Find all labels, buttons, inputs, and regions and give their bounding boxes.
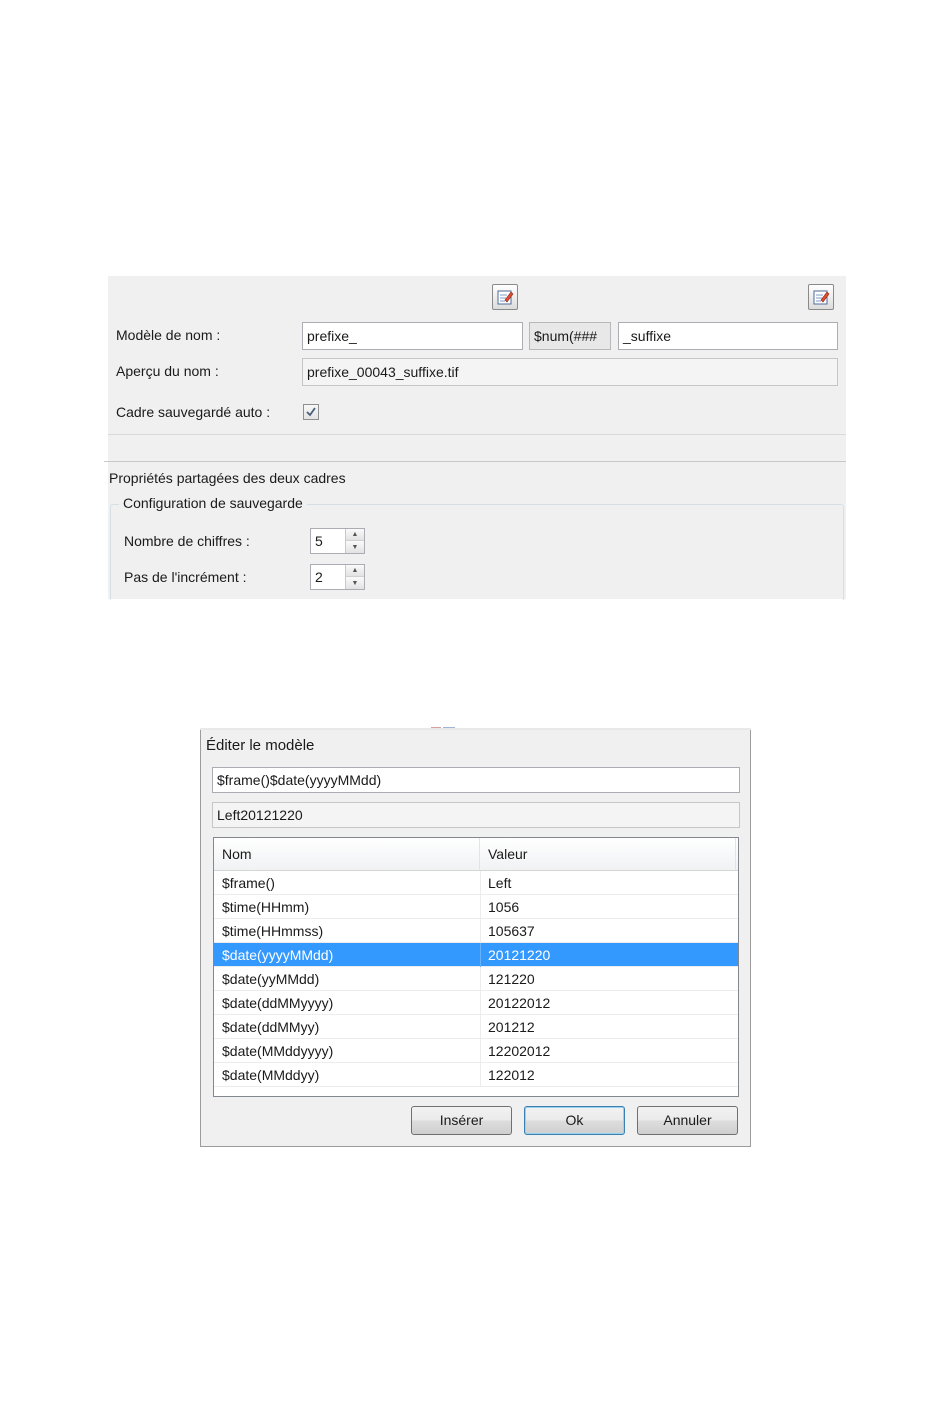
column-header-name[interactable]: Nom — [214, 838, 480, 870]
column-divider — [480, 919, 481, 943]
naming-section: Modèle de nom : prefixe_ $num(### _suffi… — [108, 276, 846, 435]
column-divider — [480, 967, 481, 991]
row-value: 122012 — [488, 1067, 535, 1083]
edit-pencil-icon — [813, 290, 830, 305]
edit-prefix-button[interactable] — [492, 284, 518, 310]
row-name: $frame() — [222, 875, 275, 891]
dialog-top-edge — [200, 728, 751, 730]
table-row[interactable]: $date(yyyyMMdd) 20121220 — [214, 943, 738, 967]
increment-label: Pas de l'incrément : — [124, 569, 247, 585]
table-row[interactable]: $date(yyMMdd) 121220 — [214, 967, 738, 991]
table-row[interactable]: $date(ddMMyy) 201212 — [214, 1015, 738, 1039]
num-field[interactable]: $num(### — [529, 322, 611, 350]
column-divider — [480, 1039, 481, 1063]
autosave-checkbox[interactable] — [303, 404, 319, 420]
column-header-value[interactable]: Valeur — [480, 838, 736, 870]
column-divider — [480, 895, 481, 919]
row-value: 105637 — [488, 923, 535, 939]
cancel-button[interactable]: Annuler — [637, 1106, 738, 1135]
row-name: $date(ddMMyy) — [222, 1019, 320, 1035]
column-divider — [480, 1063, 481, 1087]
row-name: $date(yyMMdd) — [222, 971, 320, 987]
template-preview-field: Left20121220 — [212, 802, 740, 828]
row-name: $time(HHmm) — [222, 899, 310, 915]
table-row[interactable]: $frame() Left — [214, 871, 738, 895]
row-value: 121220 — [488, 971, 535, 987]
spinner-up-icon[interactable]: ▲ — [346, 565, 364, 577]
table-row[interactable]: $time(HHmm) 1056 — [214, 895, 738, 919]
variables-list[interactable]: Nom Valeur $frame() Left $time(HHmm) 1056 $t… — [213, 837, 739, 1097]
preview-label: Aperçu du nom : — [116, 363, 219, 379]
digits-label: Nombre de chiffres : — [124, 533, 250, 549]
list-header: Nom Valeur — [214, 838, 738, 871]
save-config-group: Configuration de sauvegarde Nombre de ch… — [110, 495, 844, 600]
column-divider — [480, 871, 481, 895]
save-config-title: Configuration de sauvegarde — [119, 495, 307, 511]
row-name: $time(HHmmss) — [222, 923, 324, 939]
table-row[interactable]: $date(ddMMyyyy) 20122012 — [214, 991, 738, 1015]
increment-spinner[interactable]: 2 ▲ ▼ — [310, 564, 365, 590]
increment-spinner-arrows: ▲ ▼ — [345, 565, 364, 589]
row-value: 20122012 — [488, 995, 551, 1011]
table-row[interactable]: $time(HHmmss) 105637 — [214, 919, 738, 943]
row-value: Left — [488, 875, 512, 891]
model-label: Modèle de nom : — [116, 327, 221, 343]
increment-value: 2 — [315, 569, 323, 585]
row-value: 1056 — [488, 899, 520, 915]
section-separator — [104, 461, 846, 462]
digits-spinner[interactable]: 5 ▲ ▼ — [310, 528, 365, 554]
edit-pencil-icon — [497, 290, 514, 305]
template-input[interactable]: $frame()$date(yyyyMMdd) — [212, 767, 740, 793]
spinner-down-icon[interactable]: ▼ — [346, 541, 364, 553]
naming-settings-panel: Modèle de nom : prefixe_ $num(### _suffi… — [104, 276, 846, 600]
column-divider — [480, 1015, 481, 1039]
column-divider — [480, 991, 481, 1015]
table-row[interactable]: $date(MMddyyyy) 12202012 — [214, 1039, 738, 1063]
digits-value: 5 — [315, 533, 323, 549]
autosave-label: Cadre sauvegardé auto : — [116, 404, 271, 420]
name-preview-field: prefixe_00043_suffixe.tif — [302, 358, 838, 386]
insert-button[interactable]: Insérer — [411, 1106, 512, 1135]
row-name: $date(ddMMyyyy) — [222, 995, 334, 1011]
row-name: $date(yyyyMMdd) — [222, 947, 334, 963]
shared-properties-title: Propriétés partagées des deux cadres — [109, 470, 346, 486]
table-row[interactable]: $date(MMddyy) 122012 — [214, 1063, 738, 1087]
row-value: 201212 — [488, 1019, 535, 1035]
dialog-title: Éditer le modèle — [206, 737, 315, 754]
checkmark-icon — [306, 407, 316, 417]
row-name: $date(MMddyyyy) — [222, 1043, 334, 1059]
ok-button[interactable]: Ok — [524, 1106, 625, 1135]
row-value: 20121220 — [488, 947, 551, 963]
edit-template-dialog: Éditer le modèle $frame()$date(yyyyMMdd)… — [200, 728, 751, 1147]
column-divider — [480, 943, 481, 967]
edit-suffix-button[interactable] — [808, 284, 834, 310]
row-value: 12202012 — [488, 1043, 551, 1059]
spinner-up-icon[interactable]: ▲ — [346, 529, 364, 541]
row-name: $date(MMddyy) — [222, 1067, 320, 1083]
prefix-input[interactable]: prefixe_ — [302, 322, 523, 350]
spinner-down-icon[interactable]: ▼ — [346, 577, 364, 589]
digits-spinner-arrows: ▲ ▼ — [345, 529, 364, 553]
suffix-input[interactable]: _suffixe — [618, 322, 838, 350]
